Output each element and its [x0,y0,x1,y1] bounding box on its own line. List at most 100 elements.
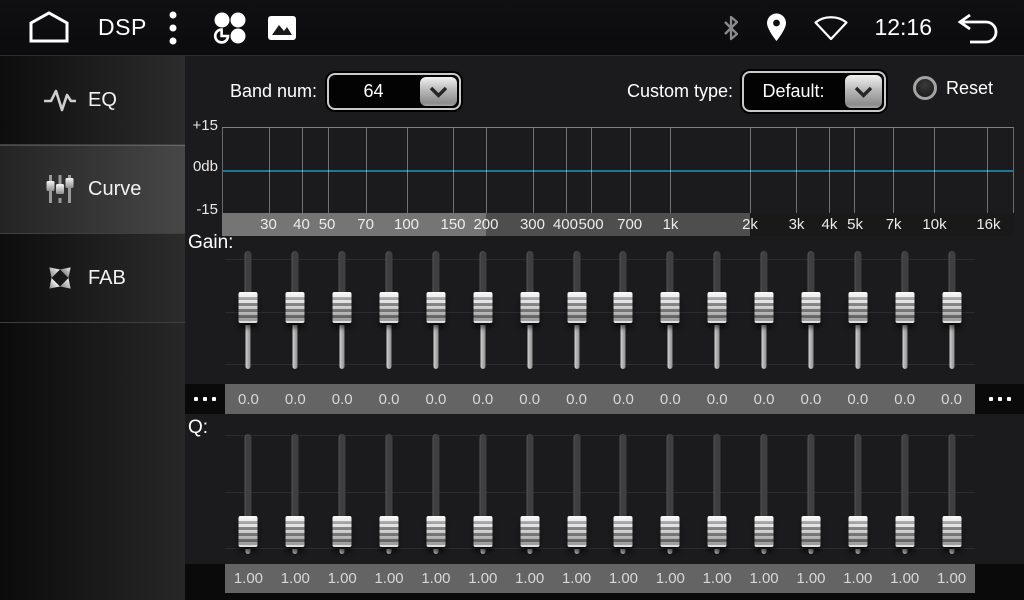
freq-tick-label: 30 [260,213,277,236]
slider-track-lower [480,325,485,369]
gain-slider[interactable] [928,249,975,372]
overflow-menu-icon[interactable] [169,11,177,45]
q-slider[interactable] [366,432,413,557]
q-slider-thumb[interactable] [239,516,258,547]
slider-track-upper [667,434,674,518]
q-slider[interactable] [553,432,600,557]
home-icon[interactable] [26,10,72,46]
q-slider-thumb[interactable] [708,516,727,547]
gallery-icon[interactable] [267,15,297,41]
q-slider-thumb[interactable] [286,516,305,547]
q-slider-thumb[interactable] [520,516,539,547]
gain-slider-thumb[interactable] [614,292,633,323]
gain-more-left-button[interactable] [185,384,225,414]
q-slider[interactable] [788,432,835,557]
q-slider-thumb[interactable] [380,516,399,547]
q-slider-thumb[interactable] [661,516,680,547]
gain-slider-thumb[interactable] [895,292,914,323]
grid-line [893,128,894,213]
gain-slider-thumb[interactable] [333,292,352,323]
q-slider-thumb[interactable] [333,516,352,547]
sidebar-item-fab[interactable]: FAB [0,234,185,323]
q-slider-thumb[interactable] [567,516,586,547]
gain-value: 0.0 [741,391,788,408]
q-slider-thumb[interactable] [473,516,492,547]
curve-sliders-icon [40,172,80,206]
gain-slider[interactable] [272,249,319,372]
q-value: 1.00 [834,570,881,587]
q-slider[interactable] [647,432,694,557]
q-slider[interactable] [600,432,647,557]
eq-plot[interactable] [222,127,1014,213]
gain-slider-thumb[interactable] [942,292,961,323]
q-slider[interactable] [741,432,788,557]
slider-track-lower [340,325,345,369]
band-num-dropdown[interactable]: 64 [327,73,461,110]
gain-slider[interactable] [413,249,460,372]
q-slider[interactable] [272,432,319,557]
sidebar-item-curve[interactable]: Curve [0,145,185,234]
location-icon [765,13,788,42]
sidebar: EQCurveFAB [0,56,185,600]
q-slider-thumb[interactable] [426,516,445,547]
gain-slider-thumb[interactable] [380,292,399,323]
q-slider-thumb[interactable] [848,516,867,547]
slider-track-lower [293,549,298,554]
freq-tick-label: 2k [742,213,758,236]
gain-slider[interactable] [225,249,272,372]
gain-slider[interactable] [553,249,600,372]
custom-type-dropdown[interactable]: Default: [742,71,886,112]
q-slider[interactable] [928,432,975,557]
gain-slider[interactable] [694,249,741,372]
grid-line [453,128,454,213]
back-icon[interactable] [956,12,1002,44]
frequency-axis[interactable]: 304050701001502003004005007001k2k3k4k5k7… [222,213,1014,236]
gain-slider-thumb[interactable] [708,292,727,323]
slider-track-upper [526,251,533,294]
sidebar-item-eq[interactable]: EQ [0,56,185,145]
gain-slider[interactable] [459,249,506,372]
reset-button[interactable]: Reset [913,76,993,100]
gain-slider-thumb[interactable] [520,292,539,323]
gain-slider-thumb[interactable] [755,292,774,323]
q-slider-thumb[interactable] [895,516,914,547]
gain-slider[interactable] [506,249,553,372]
band-num-value: 64 [329,75,418,108]
gain-slider[interactable] [319,249,366,372]
gain-slider-thumb[interactable] [661,292,680,323]
q-slider[interactable] [506,432,553,557]
q-slider[interactable] [225,432,272,557]
gain-slider-thumb[interactable] [473,292,492,323]
slider-track-upper [386,251,393,294]
grid-line [630,128,631,213]
gain-slider[interactable] [788,249,835,372]
q-slider[interactable] [413,432,460,557]
gain-slider-thumb[interactable] [848,292,867,323]
gain-slider[interactable] [647,249,694,372]
gain-slider-thumb[interactable] [567,292,586,323]
q-slider-thumb[interactable] [614,516,633,547]
q-slider[interactable] [459,432,506,557]
gain-more-right-button[interactable] [975,384,1024,414]
gain-slider[interactable] [741,249,788,372]
gain-slider[interactable] [366,249,413,372]
gain-slider[interactable] [600,249,647,372]
gain-slider-thumb[interactable] [426,292,445,323]
gain-slider-thumb[interactable] [239,292,258,323]
gain-value: 0.0 [459,391,506,408]
apps-clover-icon[interactable] [211,10,247,46]
q-slider[interactable] [834,432,881,557]
q-slider[interactable] [319,432,366,557]
q-slider-thumb[interactable] [942,516,961,547]
gain-slider-thumb[interactable] [801,292,820,323]
freq-tick-label: 5k [847,213,863,236]
q-slider[interactable] [694,432,741,557]
gain-slider-thumb[interactable] [286,292,305,323]
gain-slider[interactable] [834,249,881,372]
gain-slider[interactable] [881,249,928,372]
q-slider-thumb[interactable] [801,516,820,547]
q-value: 1.00 [694,570,741,587]
q-slider-thumb[interactable] [755,516,774,547]
q-slider[interactable] [881,432,928,557]
slider-track-upper [807,434,814,518]
